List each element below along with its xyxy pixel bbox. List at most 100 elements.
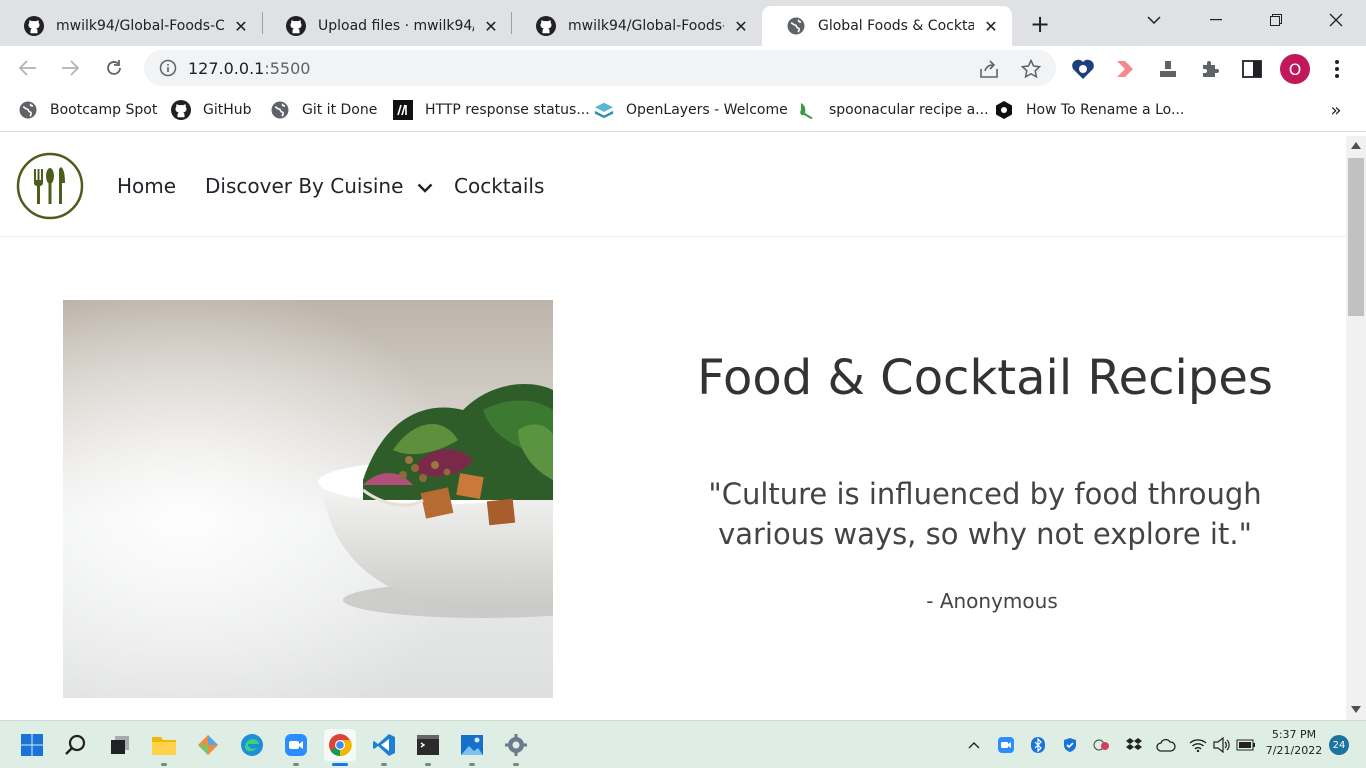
mdn-icon: [393, 100, 413, 120]
windows-taskbar: 5:37 PM 7/21/2022 24: [0, 720, 1366, 768]
minimize-button[interactable]: [1186, 0, 1246, 40]
zoom-button[interactable]: [280, 729, 312, 761]
browser-tab-strip: mwilk94/Global-Foods-Co ✕ Upload files ·…: [0, 0, 1366, 46]
wifi-icon[interactable]: [1188, 735, 1208, 755]
close-icon[interactable]: ✕: [482, 17, 500, 36]
globe-icon: [18, 100, 38, 120]
active-indicator: [332, 763, 348, 766]
settings-button[interactable]: [500, 729, 532, 761]
bookmark-item[interactable]: How To Rename a Lo...: [994, 98, 1184, 122]
running-indicator: [425, 763, 431, 766]
bookmark-item[interactable]: Bootcamp Spot: [18, 98, 157, 122]
download-extension-icon[interactable]: [1156, 57, 1180, 81]
bookmark-label: spoonacular recipe a...: [829, 102, 989, 118]
bookmark-item[interactable]: Git it Done: [270, 98, 377, 122]
share-icon[interactable]: [978, 58, 1000, 80]
bookmark-star-icon[interactable]: [1020, 58, 1042, 80]
edge-icon: [241, 734, 263, 756]
more-menu-icon[interactable]: [1325, 57, 1349, 81]
scroll-down-icon[interactable]: [1351, 706, 1361, 713]
page-scrollbar[interactable]: [1346, 136, 1366, 720]
running-indicator: [161, 763, 167, 766]
cutlery-logo-icon[interactable]: [16, 152, 84, 220]
zoom-icon: [285, 734, 307, 756]
side-panel-icon[interactable]: [1240, 57, 1264, 81]
zoom-tray-icon[interactable]: [996, 735, 1016, 755]
salad-bowl-image: [63, 300, 553, 698]
task-view-button[interactable]: [104, 729, 136, 761]
bookmark-item[interactable]: HTTP response status...: [393, 98, 590, 122]
bookmark-label: How To Rename a Lo...: [1026, 102, 1185, 118]
scroll-up-icon[interactable]: [1351, 142, 1361, 149]
scrollbar-thumb[interactable]: [1348, 158, 1364, 316]
hero-quote: "Culture is influenced by food through v…: [708, 477, 1262, 551]
security-shield-icon[interactable]: [1060, 735, 1080, 755]
heart-extension-icon[interactable]: [1071, 57, 1095, 81]
spoonacular-icon: [797, 100, 817, 120]
bluetooth-icon[interactable]: [1028, 735, 1048, 755]
clock-time: 5:37 PM: [1271, 728, 1317, 741]
diamond-app-icon: [198, 735, 218, 755]
dropbox-icon[interactable]: [1124, 735, 1144, 755]
arrow-left-icon: [19, 60, 36, 76]
gear-icon: [505, 734, 527, 756]
start-button[interactable]: [16, 729, 48, 761]
tab-search-button[interactable]: [1124, 0, 1184, 40]
forward-button[interactable]: [56, 54, 84, 82]
browser-tab-3[interactable]: mwilk94/Global-Foods-Co ✕: [512, 6, 762, 46]
photos-button[interactable]: [456, 729, 488, 761]
onedrive-cloud-icon[interactable]: [1156, 735, 1176, 755]
address-bar[interactable]: 127.0.0.1:5500: [144, 50, 1056, 86]
profile-avatar[interactable]: O: [1280, 54, 1310, 84]
clock-date: 7/21/2022: [1265, 744, 1323, 757]
running-indicator: [381, 763, 387, 766]
bookmark-item[interactable]: spoonacular recipe a...: [797, 98, 989, 122]
app-button[interactable]: [192, 729, 224, 761]
close-icon[interactable]: ✕: [732, 17, 750, 36]
notification-badge[interactable]: 24: [1329, 735, 1349, 755]
new-tab-button[interactable]: +: [1026, 10, 1054, 38]
restore-button[interactable]: [1246, 0, 1306, 40]
back-button[interactable]: [14, 54, 42, 82]
github-icon: [536, 16, 556, 36]
search-button[interactable]: [60, 729, 92, 761]
chrome-button[interactable]: [324, 729, 356, 761]
edge-button[interactable]: [236, 729, 268, 761]
vscode-button[interactable]: [368, 729, 400, 761]
bookmark-item[interactable]: OpenLayers - Welcome: [594, 98, 788, 122]
system-clock[interactable]: 5:37 PM 7/21/2022: [1262, 727, 1326, 759]
nav-cocktails-link[interactable]: Cocktails: [454, 174, 544, 198]
browser-tab-active[interactable]: Global Foods & Cocktails ✕: [762, 6, 1012, 46]
close-icon[interactable]: ✕: [232, 17, 250, 36]
browser-tab-1[interactable]: mwilk94/Global-Foods-Co ✕: [0, 6, 262, 46]
app-tray-icon[interactable]: [1092, 735, 1112, 755]
bookmark-label: GitHub: [203, 102, 252, 118]
play-extension-icon[interactable]: [1113, 57, 1137, 81]
hexagon-icon: [994, 100, 1014, 120]
minimize-icon: [1210, 19, 1222, 21]
close-window-button[interactable]: [1306, 0, 1366, 40]
github-icon: [171, 100, 191, 120]
nav-discover-dropdown[interactable]: Discover By Cuisine: [205, 174, 433, 198]
close-icon[interactable]: ✕: [982, 17, 1000, 36]
openlayers-icon: [594, 100, 614, 120]
url-text: 127.0.0.1:5500: [188, 59, 310, 78]
reload-button[interactable]: [100, 54, 128, 82]
running-indicator: [513, 763, 519, 766]
chrome-icon: [329, 734, 352, 757]
battery-icon[interactable]: [1236, 735, 1256, 755]
nav-home-link[interactable]: Home: [117, 174, 176, 198]
file-explorer-button[interactable]: [148, 729, 180, 761]
bookmark-item[interactable]: GitHub: [171, 98, 252, 122]
terminal-button[interactable]: [412, 729, 444, 761]
reload-icon: [107, 60, 121, 75]
bookmarks-overflow-button[interactable]: »: [1326, 98, 1346, 122]
info-icon[interactable]: [158, 58, 178, 78]
puzzle-extensions-icon[interactable]: [1198, 57, 1222, 81]
browser-tab-2[interactable]: Upload files · mwilk94/Glo ✕: [262, 6, 512, 46]
volume-icon[interactable]: [1212, 735, 1232, 755]
chevron-up-icon[interactable]: [964, 735, 984, 755]
hero-author: - Anonymous: [926, 589, 1058, 613]
windows-logo-icon: [21, 734, 43, 756]
close-icon: [1329, 13, 1343, 27]
